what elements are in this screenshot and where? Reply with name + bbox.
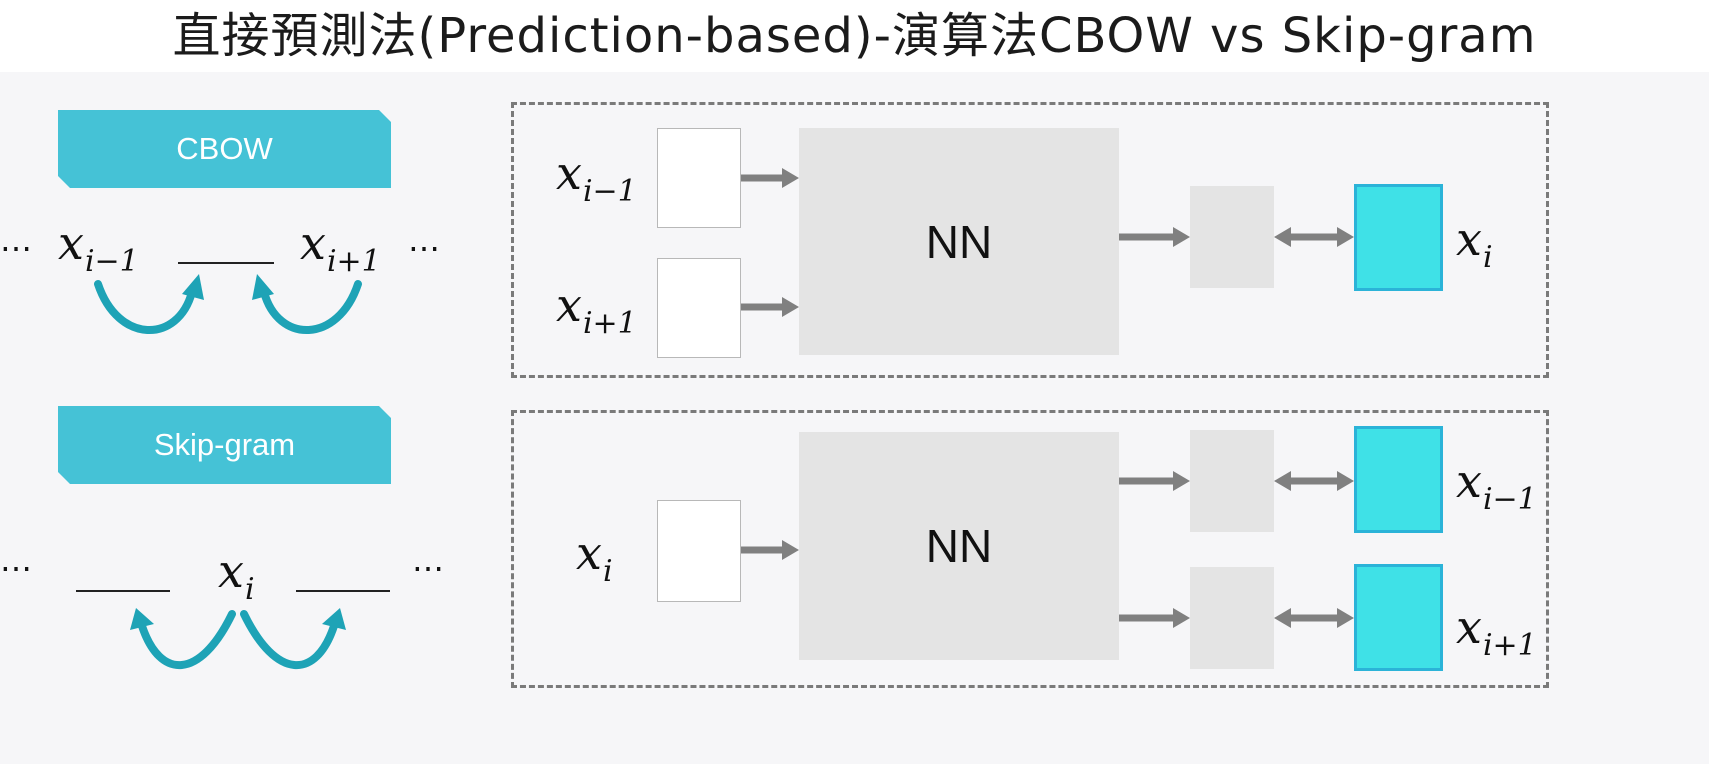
cbow-arc-left	[94, 280, 196, 334]
skipgram-double-arrowhead-next-left	[1274, 608, 1291, 628]
cbow-double-arrowhead-right	[1337, 227, 1354, 247]
connector-layer	[94, 168, 1354, 669]
skipgram-arrowhead-input-to-nn	[782, 540, 799, 560]
skipgram-arrowhead-nn-to-next	[1173, 608, 1190, 628]
cbow-arrowhead-nn-to-output	[1173, 227, 1190, 247]
skipgram-double-arrowhead-prev-right	[1337, 471, 1354, 491]
skipgram-arc-right-head	[322, 608, 346, 630]
context-arcs	[94, 280, 362, 669]
cbow-arc-right-head	[252, 274, 274, 300]
cbow-arc-right	[260, 280, 362, 334]
slide: 直接預測法(Prediction-based)-演算法CBOW vs Skip-…	[0, 0, 1709, 764]
skipgram-arc-left	[138, 610, 236, 669]
flow-arrows	[741, 168, 1354, 628]
skipgram-arrowhead-nn-to-prev	[1173, 471, 1190, 491]
cbow-arrowhead-prev-to-nn	[782, 168, 799, 188]
skipgram-double-arrowhead-prev-left	[1274, 471, 1291, 491]
skipgram-double-arrowhead-next-right	[1337, 608, 1354, 628]
skipgram-arc-left-head	[130, 608, 154, 630]
skipgram-arc-right	[240, 610, 338, 669]
cbow-arrowhead-next-to-nn	[782, 297, 799, 317]
cbow-double-arrowhead-left	[1274, 227, 1291, 247]
cbow-arc-left-head	[182, 274, 204, 300]
